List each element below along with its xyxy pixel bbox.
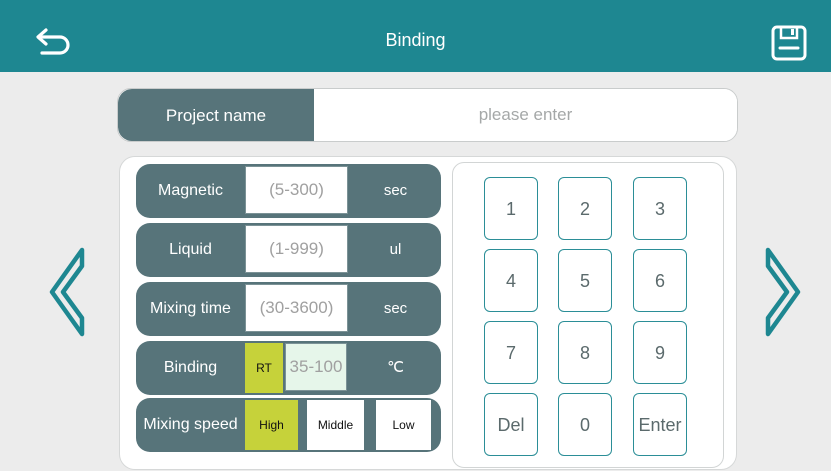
key-delete[interactable]: Del — [484, 393, 538, 456]
prev-page-button[interactable] — [44, 242, 90, 342]
chevron-right-icon — [765, 247, 801, 337]
room-temp-button[interactable]: RT — [245, 343, 283, 393]
liquid-unit: ul — [389, 241, 402, 258]
key-3[interactable]: 3 — [633, 177, 687, 240]
mixing-time-row: Mixing time sec — [136, 282, 441, 336]
speed-middle-button[interactable]: Middle — [307, 400, 364, 450]
liquid-row: Liquid ul — [136, 223, 441, 277]
binding-row: Binding RT ℃ — [136, 341, 441, 395]
magnetic-input[interactable] — [245, 166, 348, 214]
binding-temp-input[interactable] — [285, 343, 347, 391]
key-4[interactable]: 4 — [484, 249, 538, 312]
key-0[interactable]: 0 — [558, 393, 612, 456]
project-name-row: Project name — [117, 88, 738, 142]
next-page-button[interactable] — [760, 242, 806, 342]
project-name-input[interactable] — [314, 89, 737, 141]
chevron-left-icon — [49, 247, 85, 337]
speed-low-button[interactable]: Low — [376, 400, 431, 450]
binding-label: Binding — [163, 359, 218, 376]
mixing-time-input[interactable] — [245, 284, 348, 332]
liquid-label: Liquid — [169, 241, 212, 258]
key-1[interactable]: 1 — [484, 177, 538, 240]
mixing-speed-row: Mixing speed High Middle Low — [136, 398, 441, 452]
key-7[interactable]: 7 — [484, 321, 538, 384]
save-button[interactable] — [770, 24, 808, 62]
floppy-save-icon — [771, 25, 807, 61]
magnetic-label: Magnetic — [158, 182, 223, 199]
project-name-label: Project name — [118, 89, 314, 141]
page-title: Binding — [385, 30, 446, 50]
key-9[interactable]: 9 — [633, 321, 687, 384]
mixing-time-label: Mixing time — [150, 300, 231, 317]
speed-high-button[interactable]: High — [245, 400, 298, 450]
key-5[interactable]: 5 — [558, 249, 612, 312]
key-enter[interactable]: Enter — [633, 393, 687, 456]
key-6[interactable]: 6 — [633, 249, 687, 312]
key-2[interactable]: 2 — [558, 177, 612, 240]
binding-unit: ℃ — [387, 359, 404, 376]
liquid-input[interactable] — [245, 225, 348, 273]
key-8[interactable]: 8 — [558, 321, 612, 384]
magnetic-row: Magnetic sec — [136, 164, 441, 218]
magnetic-unit: sec — [383, 182, 408, 199]
top-bar: Binding — [0, 0, 831, 72]
mixing-time-unit: sec — [383, 300, 408, 317]
mixing-speed-label: Mixing speed — [143, 416, 238, 433]
